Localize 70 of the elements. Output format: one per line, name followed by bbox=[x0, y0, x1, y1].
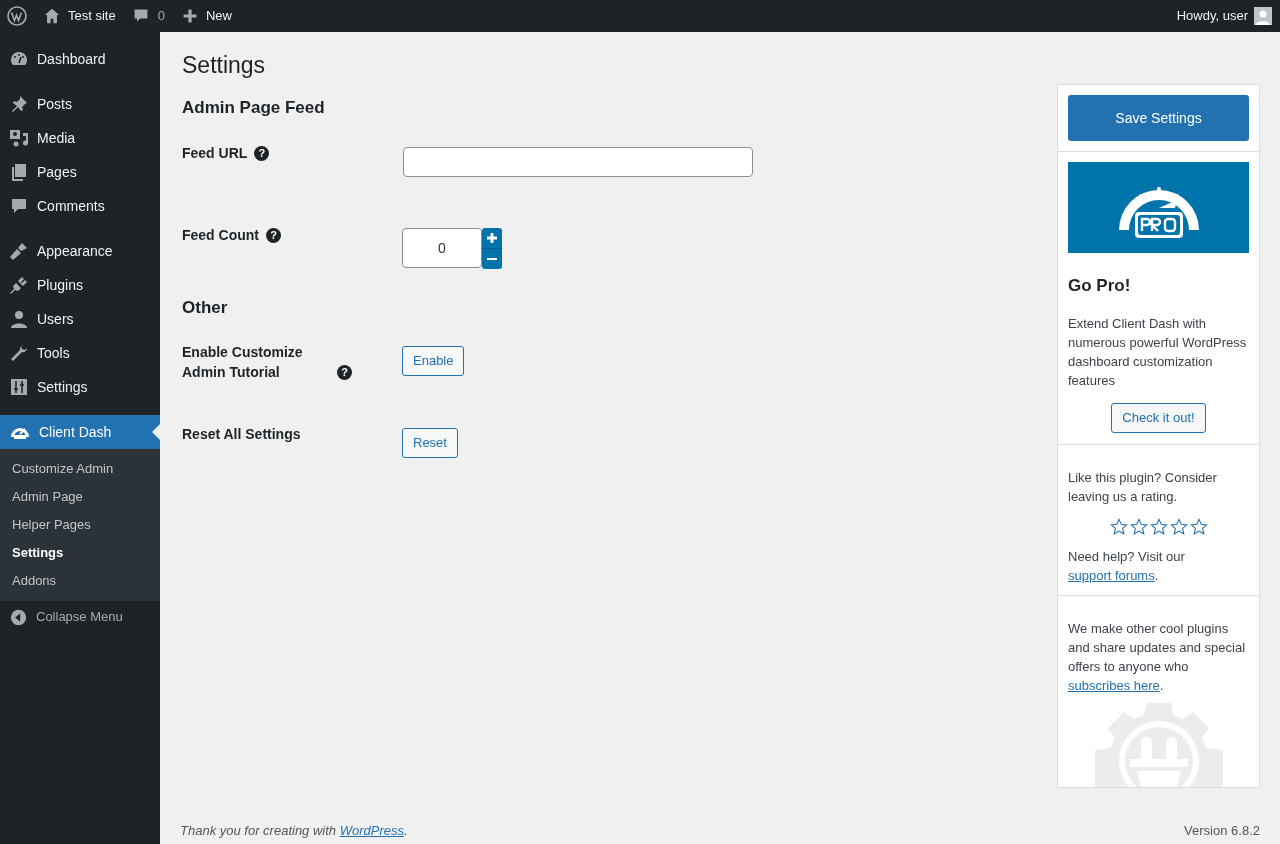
rating-star-icon[interactable] bbox=[1169, 517, 1188, 536]
spinner-control[interactable] bbox=[482, 227, 502, 269]
url-input-field[interactable] bbox=[403, 146, 753, 177]
new-label[interactable]: New bbox=[205, 6, 232, 26]
wordpress-link[interactable]: WordPress bbox=[339, 822, 404, 838]
action-button[interactable]: Enable bbox=[402, 346, 465, 376]
sidebar-menu-item[interactable]: Appearance bbox=[0, 234, 160, 268]
speech-bubble-icon bbox=[9, 196, 29, 216]
action-button[interactable]: Reset bbox=[402, 428, 458, 458]
section-heading: Admin Page Feed bbox=[182, 97, 326, 119]
sidebar-menu-item[interactable]: Pages bbox=[0, 155, 160, 189]
section-heading: Other bbox=[182, 296, 229, 319]
comment-count: 0 bbox=[157, 7, 165, 26]
sidebar-menu-item[interactable]: Settings bbox=[0, 370, 160, 404]
sidebar-menu-item[interactable]: Media bbox=[0, 121, 160, 155]
support-forums-link[interactable]: support forums bbox=[1068, 567, 1155, 583]
save-settings-button[interactable]: Save Settings bbox=[1068, 95, 1249, 141]
greeting[interactable]: Howdy, user bbox=[1176, 6, 1248, 26]
submenu-item[interactable]: Addons bbox=[0, 567, 160, 595]
media-icon bbox=[9, 128, 29, 148]
wrench-icon bbox=[9, 343, 29, 363]
help-icon[interactable]: ? bbox=[337, 365, 352, 380]
paintbrush-icon bbox=[9, 241, 29, 261]
submenu-item[interactable]: Admin Page bbox=[0, 483, 160, 511]
sidebar-menu-item[interactable]: Users bbox=[0, 302, 160, 336]
pages-icon bbox=[9, 162, 29, 182]
subscribe-text: We make other cool plugins and share updates and special offers to anyone who subscribes here. bbox=[1068, 619, 1247, 695]
version-text: Version 6.8.2 bbox=[1184, 821, 1260, 840]
rating-star-icon[interactable] bbox=[1129, 517, 1148, 536]
submenu-item[interactable]: Settings bbox=[0, 539, 160, 567]
number-input-field[interactable]: 0 bbox=[402, 228, 482, 268]
sidebar-menu-item[interactable]: Posts bbox=[0, 87, 160, 121]
home-icon bbox=[43, 7, 61, 25]
account-link[interactable]: Howdy, user bbox=[1176, 6, 1272, 26]
rating-star-icon[interactable] bbox=[1109, 517, 1128, 536]
speech-bubble-icon bbox=[132, 8, 149, 24]
collapse-menu-button[interactable]: Collapse Menu bbox=[0, 601, 160, 633]
footer-credit: Thank you for creating with WordPress. bbox=[180, 821, 408, 840]
help-icon[interactable]: ? bbox=[254, 145, 270, 161]
new-link[interactable]: New bbox=[181, 6, 232, 26]
sidebar-menu-item[interactable]: Plugins bbox=[0, 268, 160, 302]
help-text: Need help? Visit our support forums. bbox=[1068, 547, 1186, 585]
plus-icon bbox=[181, 8, 198, 24]
promo-heading: Go Pro! bbox=[1068, 275, 1132, 297]
comments-link[interactable]: 0 bbox=[132, 6, 165, 26]
field-label: Reset All Settings bbox=[182, 425, 301, 444]
sidebar-menu-item[interactable]: Tools bbox=[0, 336, 160, 370]
promo-text: Extend Client Dash with numerous powerful WordPress dashboard customization features bbox=[1068, 314, 1248, 390]
sidebar-menu-item[interactable]: Client Dash bbox=[0, 415, 160, 449]
wordpress-logo-icon[interactable] bbox=[7, 6, 27, 26]
site-name[interactable]: Test site bbox=[68, 6, 116, 26]
rating-star-icon[interactable] bbox=[1149, 517, 1168, 536]
field-label: Feed Count bbox=[182, 225, 259, 245]
user-icon bbox=[9, 309, 29, 329]
check-it-out-button[interactable]: Check it out! bbox=[1111, 402, 1206, 433]
submenu-item[interactable]: Helper Pages bbox=[0, 511, 160, 539]
sidebar-menu-item[interactable]: Dashboard bbox=[0, 42, 160, 76]
field-label: Enable Customize Admin Tutorial bbox=[182, 343, 304, 382]
plug-icon bbox=[9, 275, 29, 295]
rating-prompt: Like this plugin? Consider leaving us a rating. bbox=[1068, 468, 1218, 506]
subscribe-link[interactable]: subscribes here bbox=[1068, 677, 1160, 693]
rating-star-icon[interactable] bbox=[1189, 517, 1208, 536]
page-title: Settings bbox=[182, 51, 267, 80]
sidebar-menu-item[interactable]: Comments bbox=[0, 189, 160, 223]
site-link[interactable]: Test site bbox=[43, 6, 116, 26]
current-arrow-icon bbox=[152, 424, 160, 440]
submenu-item[interactable]: Customize Admin bbox=[0, 455, 160, 483]
help-icon[interactable]: ? bbox=[266, 227, 281, 243]
field-label: Feed URL bbox=[182, 143, 248, 163]
sliders-icon bbox=[9, 377, 29, 397]
